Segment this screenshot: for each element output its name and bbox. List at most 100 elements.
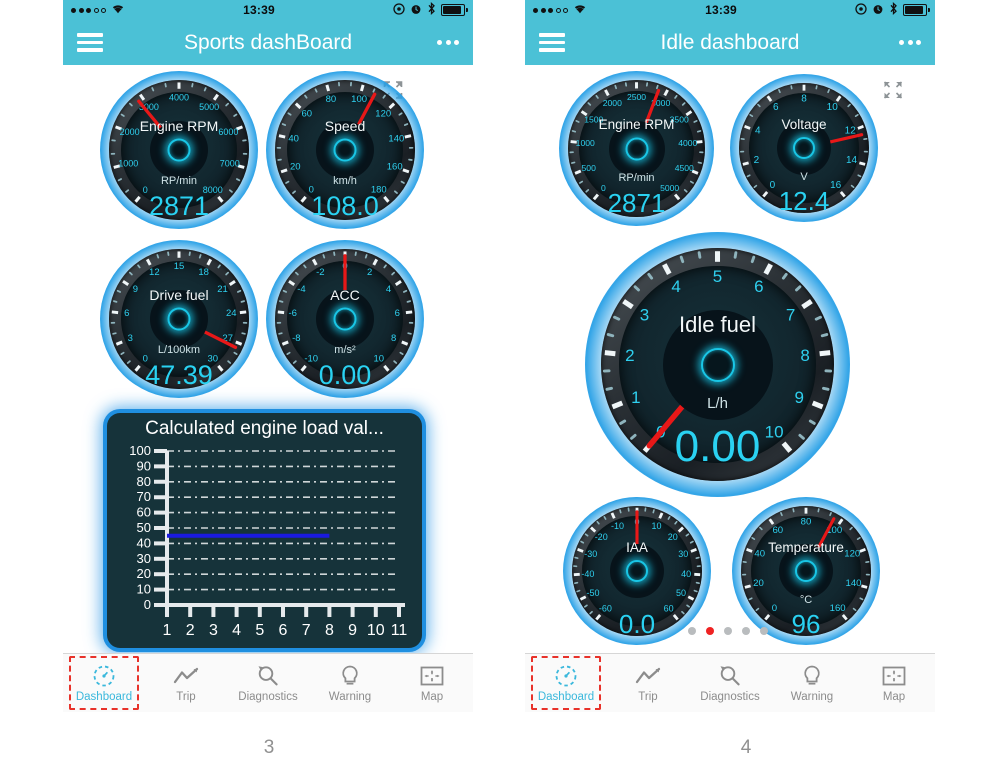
svg-text:160: 160: [387, 162, 403, 173]
svg-text:2: 2: [625, 346, 634, 365]
svg-text:9: 9: [133, 284, 138, 295]
svg-text:18: 18: [198, 267, 209, 278]
svg-text:8000: 8000: [203, 185, 223, 195]
hamburger-icon[interactable]: [539, 33, 565, 52]
signal-strength-icon: [533, 7, 568, 13]
svg-text:10: 10: [765, 422, 784, 441]
tabbar-left: Dashboard Trip Diagnostics Warning Map: [63, 653, 473, 712]
dashboard-gauge-icon: [554, 664, 578, 688]
svg-text:14: 14: [846, 155, 858, 166]
tab-map[interactable]: Map: [853, 654, 935, 712]
svg-text:120: 120: [375, 108, 391, 119]
gauge-acc[interactable]: -10-8-6-4-20246810 ACC m/s² 0.00: [266, 240, 424, 398]
svg-text:-10: -10: [304, 354, 318, 365]
status-signal-group: [533, 3, 587, 17]
page-indicator-dots[interactable]: [688, 627, 768, 635]
svg-text:0: 0: [144, 597, 151, 612]
gauge-speed[interactable]: 0 20 40 60 80 100 120 140 160 180 Speed km/h 108.…: [266, 71, 424, 229]
gauge-hub-ring: [167, 307, 191, 331]
tab-label: Map: [882, 690, 906, 703]
svg-text:2000: 2000: [120, 127, 140, 137]
svg-text:8: 8: [325, 622, 334, 639]
svg-text:-40: -40: [581, 569, 594, 579]
trip-line-chart-icon: [173, 664, 199, 688]
svg-text:4000: 4000: [678, 138, 697, 148]
svg-text:100: 100: [351, 94, 367, 105]
svg-text:4000: 4000: [169, 92, 189, 102]
svg-text:120: 120: [844, 549, 860, 560]
svg-text:-6: -6: [289, 308, 297, 319]
figure-caption-right: 4: [740, 737, 752, 758]
tab-trip[interactable]: Trip: [145, 654, 227, 712]
gauge-hub-ring: [333, 138, 357, 162]
tab-trip[interactable]: Trip: [607, 654, 689, 712]
diagnostics-search-icon: [256, 664, 280, 688]
gauge-hub-ring: [625, 137, 648, 160]
status-time: 13:39: [243, 3, 275, 17]
gauge-hub-ring: [167, 138, 191, 162]
tabbar-right: Dashboard Trip Diagnostics Warning Map: [525, 653, 935, 712]
tab-label: Map: [420, 690, 444, 703]
svg-text:0: 0: [143, 185, 148, 195]
svg-text:2: 2: [186, 622, 195, 639]
tab-warning[interactable]: Warning: [309, 654, 391, 712]
svg-text:0: 0: [143, 354, 148, 365]
svg-text:5: 5: [255, 622, 264, 639]
page-title: Sports dashBoard: [183, 30, 353, 54]
tab-diagnostics[interactable]: Diagnostics: [689, 654, 771, 712]
svg-text:20: 20: [290, 162, 301, 173]
svg-text:6: 6: [279, 622, 288, 639]
more-options-icon[interactable]: [899, 40, 921, 45]
tab-label: Trip: [176, 690, 196, 703]
trip-line-chart-icon: [635, 664, 661, 688]
gauge-iaa[interactable]: -60-50-40-30-20-100102030405060 IAA 0.0: [563, 497, 711, 645]
tab-label: Dashboard: [75, 690, 133, 703]
gauge-hub-ring: [700, 347, 735, 382]
bluetooth-icon: [889, 2, 898, 18]
svg-text:20: 20: [137, 566, 151, 581]
tab-diagnostics[interactable]: Diagnostics: [227, 654, 309, 712]
svg-text:9: 9: [794, 388, 803, 407]
svg-text:50: 50: [676, 588, 686, 598]
tab-warning[interactable]: Warning: [771, 654, 853, 712]
gauge-drive-fuel[interactable]: 0 3 6 9 12 15 18 21 24 27 30 Drive fuel L/100km 47…: [100, 240, 258, 398]
svg-text:50: 50: [137, 520, 151, 535]
svg-text:2: 2: [754, 155, 760, 166]
gauge-voltage[interactable]: 0 2 4 6 8 10 12 14 16 Voltage V 12.4: [730, 74, 878, 222]
tab-label: Warning: [328, 690, 372, 703]
svg-text:3500: 3500: [670, 115, 689, 125]
gauge-idle-fuel[interactable]: 012345678910 Idle fuel L/h 0.00: [585, 232, 850, 497]
tab-dashboard[interactable]: Dashboard: [63, 654, 145, 712]
battery-icon: [441, 4, 468, 16]
svg-text:6: 6: [395, 308, 400, 319]
svg-text:6: 6: [773, 102, 779, 113]
svg-text:8: 8: [801, 93, 807, 104]
svg-text:0: 0: [770, 180, 776, 191]
svg-text:20: 20: [668, 532, 678, 542]
svg-text:70: 70: [137, 489, 151, 504]
svg-text:4: 4: [386, 284, 391, 295]
gauge-engine-rpm[interactable]: 0 500 1000 1500 2000 2500 3000 3500 4000 4500 5000…: [559, 71, 714, 226]
tab-map[interactable]: Map: [391, 654, 473, 712]
gauge-hub-ring: [793, 137, 815, 159]
chart-plot-area: 0 10 20 30 40 50 60 70 80 90 100 1 2 3 4 5 6 7 8 9 10 11: [107, 445, 422, 648]
svg-text:21: 21: [217, 284, 228, 295]
hamburger-icon[interactable]: [77, 33, 103, 52]
expand-fullscreen-icon[interactable]: [880, 78, 906, 102]
tab-label: Diagnostics: [238, 690, 298, 703]
svg-text:40: 40: [137, 535, 151, 550]
signal-strength-icon: [71, 7, 106, 13]
engine-load-chart-card[interactable]: Calculated engine load val... 0 10 20 30 40 5…: [107, 413, 422, 648]
chart-svg: 01020304050607080901001 2 3 4 5 6 7 8 9 10 11: [129, 445, 407, 639]
screenshot-stage: 13:39 Sports dashBoard 0 1000 2000 3000 …: [0, 0, 1000, 773]
tab-dashboard[interactable]: Dashboard: [525, 654, 607, 712]
gauge-temperature[interactable]: 0 20 40 60 80 100 120 140 160 Temperature °C 96: [732, 497, 880, 645]
svg-text:-50: -50: [587, 588, 600, 598]
phone-right: 13:39 Idle dashboard 0 500 1000 1500 200…: [525, 0, 935, 712]
svg-text:80: 80: [326, 94, 337, 105]
more-options-icon[interactable]: [437, 40, 459, 45]
diagnostics-search-icon: [718, 664, 742, 688]
gauge-engine-rpm[interactable]: 0 1000 2000 3000 4000 5000 6000 7000 8000 Engine…: [100, 71, 258, 229]
svg-text:6000: 6000: [218, 127, 238, 137]
figure-caption-left: 3: [263, 737, 275, 758]
